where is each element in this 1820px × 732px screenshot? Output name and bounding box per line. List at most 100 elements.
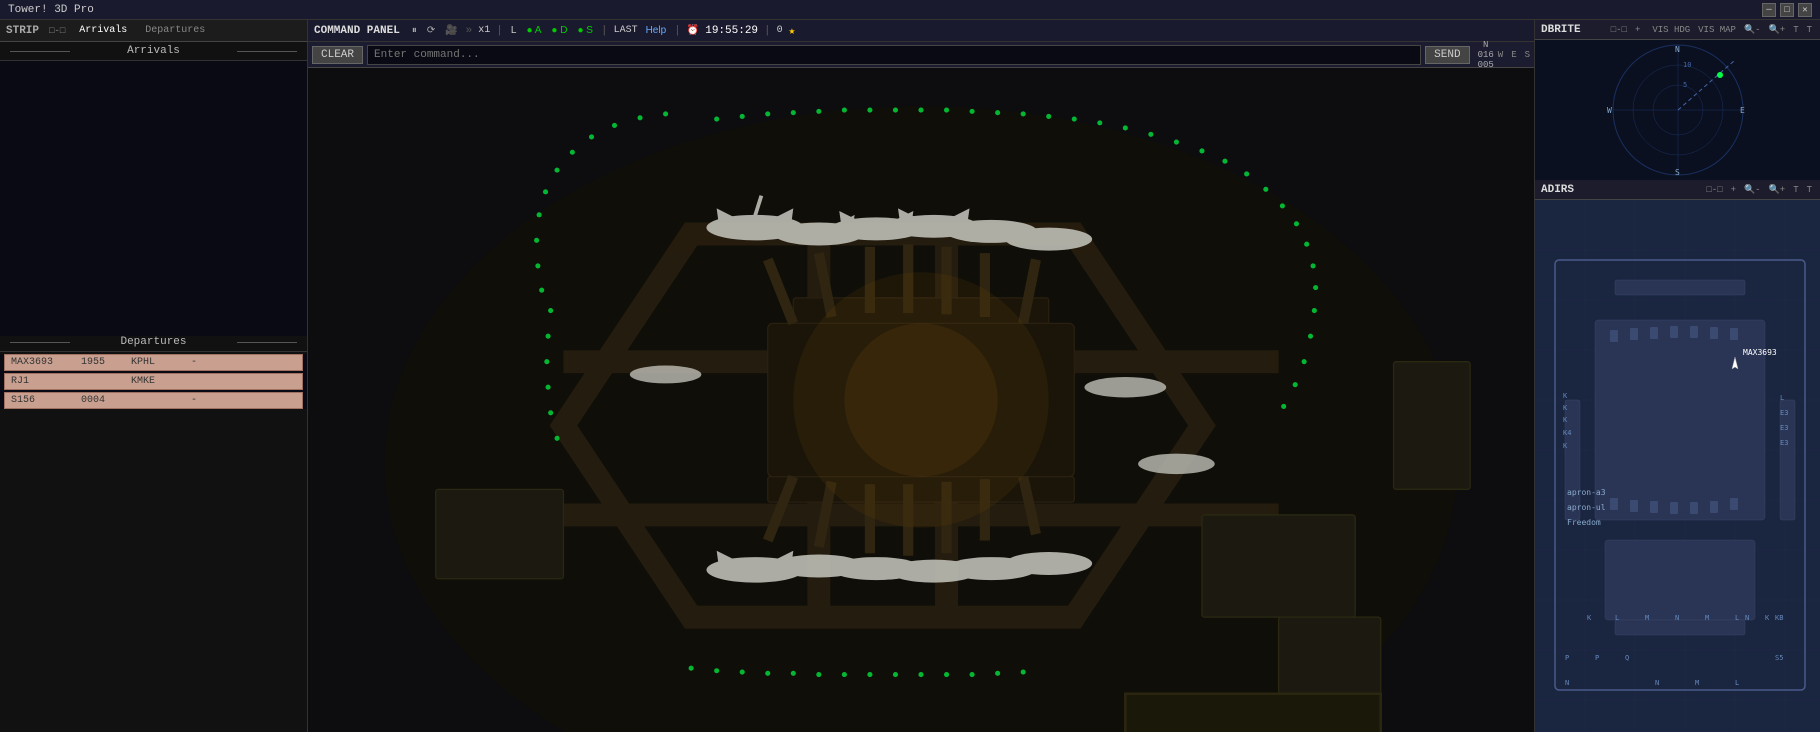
dep-misc <box>191 376 231 387</box>
svg-text:Q: Q <box>1625 654 1629 662</box>
svg-text:N: N <box>1745 614 1749 622</box>
wind-indicator: N 016 005 <box>1478 40 1494 70</box>
dep-time: 0004 <box>81 395 131 406</box>
dbrite-ctrl-plus[interactable]: + <box>1633 25 1642 35</box>
app-title: Tower! 3D Pro <box>8 4 1762 16</box>
dbrite-t2[interactable]: T <box>1805 25 1814 35</box>
svg-text:M: M <box>1705 614 1709 622</box>
svg-text:apron-a3: apron-a3 <box>1567 488 1606 497</box>
svg-text:N: N <box>1655 679 1659 687</box>
dbrite-ctrl-layout[interactable]: □-□ <box>1609 25 1629 35</box>
dep-time: 1955 <box>81 357 131 368</box>
adirs-zoom-out[interactable]: 🔍- <box>1742 185 1763 195</box>
window-controls: ─ □ ✕ <box>1762 3 1812 17</box>
toolbar-sep-1: » <box>466 25 473 37</box>
dbrite-vis-map[interactable]: VIS MAP <box>1696 25 1738 35</box>
svg-text:10: 10 <box>1683 61 1691 69</box>
dbrite-t1[interactable]: T <box>1791 25 1800 35</box>
command-bar: CLEAR SEND N 016 005 W E S <box>308 42 1534 68</box>
center-view: COMMAND PANEL ⏸ ⟳ 🎥 » x1 | L ● A ● D ● S… <box>308 20 1534 732</box>
dbrite-zoom-in[interactable]: 🔍+ <box>1767 25 1788 35</box>
airport-background <box>308 68 1534 732</box>
svg-text:N: N <box>1565 679 1569 687</box>
score-display: 0 <box>777 25 783 36</box>
command-input[interactable] <box>367 45 1421 65</box>
tab-arrivals[interactable]: Arrivals <box>75 23 131 38</box>
svg-text:L: L <box>1735 614 1739 622</box>
departures-label: Departures <box>0 333 307 352</box>
speed-indicator: x1 <box>478 25 490 36</box>
send-button[interactable]: SEND <box>1425 46 1469 64</box>
adirs-panel: ADIRS □-□ + 🔍- 🔍+ T T <box>1535 180 1820 732</box>
a-button[interactable]: ● A <box>524 25 543 36</box>
dep-time <box>81 376 131 387</box>
d-button[interactable]: ● D <box>549 25 569 36</box>
svg-text:W: W <box>1607 106 1612 115</box>
close-button[interactable]: ✕ <box>1798 3 1812 17</box>
svg-text:M: M <box>1645 614 1649 622</box>
arrivals-section: Arrivals <box>0 42 307 352</box>
dep-misc: - <box>191 357 231 368</box>
arrivals-label: Arrivals <box>0 42 307 61</box>
svg-text:P: P <box>1595 654 1599 662</box>
strip-title: STRIP <box>6 25 39 37</box>
svg-text:E3: E3 <box>1780 409 1788 417</box>
departure-row[interactable]: MAX3693 1955 KPHL - <box>4 354 303 371</box>
help-button[interactable]: Help <box>644 25 669 36</box>
departures-section: Departures MAX3693 1955 KPHL - RJ1 KMKE … <box>0 333 307 732</box>
svg-text:S: S <box>1675 168 1680 177</box>
svg-text:Freedom: Freedom <box>1567 518 1601 527</box>
adirs-t2[interactable]: T <box>1805 185 1814 195</box>
departures-content: MAX3693 1955 KPHL - RJ1 KMKE S156 0004 - <box>0 354 307 409</box>
dbrite-zoom-out[interactable]: 🔍- <box>1742 25 1763 35</box>
dep-dest <box>131 395 191 406</box>
svg-text:E3: E3 <box>1780 439 1788 447</box>
adirs-ctrl-plus[interactable]: + <box>1729 185 1738 195</box>
dep-misc: - <box>191 395 231 406</box>
strip-icon-1: □-□ <box>49 26 65 36</box>
adirs-title: ADIRS <box>1541 184 1574 196</box>
toolbar-sep-4: | <box>674 25 681 37</box>
dbrite-panel: DBRITE □-□ + VIS HDG VIS MAP 🔍- 🔍+ T T <box>1535 20 1820 180</box>
wind-south: S <box>1525 50 1530 60</box>
pause-button[interactable]: ⏸ <box>410 25 419 36</box>
arrivals-content <box>0 61 307 336</box>
clock-display: 19:55:29 <box>705 25 758 37</box>
s-button[interactable]: ● S <box>575 25 595 36</box>
adirs-svg: K K K K4 K K L M N M L K apron-a3 apron-… <box>1535 200 1820 732</box>
svg-text:N: N <box>1675 45 1680 54</box>
toolbar-sep-5: | <box>764 25 771 37</box>
wind-west: W <box>1498 50 1503 60</box>
adirs-t1[interactable]: T <box>1791 185 1800 195</box>
clock-icon: ⏰ <box>687 25 699 37</box>
svg-text:N: N <box>1675 614 1679 622</box>
toolbar: COMMAND PANEL ⏸ ⟳ 🎥 » x1 | L ● A ● D ● S… <box>308 20 1534 42</box>
wind-north: N <box>1483 40 1488 50</box>
command-panel-title: COMMAND PANEL <box>314 25 400 37</box>
adirs-ctrl-layout[interactable]: □-□ <box>1704 185 1724 195</box>
airport-view[interactable] <box>308 68 1534 732</box>
svg-text:L: L <box>1615 614 1619 622</box>
departure-row[interactable]: RJ1 KMKE <box>4 373 303 390</box>
maximize-button[interactable]: □ <box>1780 3 1794 17</box>
airport-svg <box>308 68 1534 732</box>
svg-text:apron-ul: apron-ul <box>1567 503 1606 512</box>
svg-text:KB: KB <box>1775 614 1783 622</box>
radar-svg: N S W E 10 5 <box>1535 40 1820 180</box>
dbrite-title: DBRITE <box>1541 24 1581 36</box>
departure-row[interactable]: S156 0004 - <box>4 392 303 409</box>
dbrite-vis-hdg[interactable]: VIS HDG <box>1650 25 1692 35</box>
toolbar-sep-2: | <box>496 25 503 37</box>
clear-button[interactable]: CLEAR <box>312 46 363 64</box>
dep-dest: KMKE <box>131 376 191 387</box>
l-button[interactable]: L <box>509 25 519 36</box>
minimize-button[interactable]: ─ <box>1762 3 1776 17</box>
adirs-zoom-in[interactable]: 🔍+ <box>1767 185 1788 195</box>
toolbar-sep-3: | <box>601 25 608 37</box>
adirs-content: K K K K4 K K L M N M L K apron-a3 apron-… <box>1535 200 1820 732</box>
strip-panel: STRIP □-□ Arrivals Departures Arrivals D… <box>0 20 308 732</box>
refresh-button[interactable]: ⟳ <box>425 25 437 36</box>
camera-button[interactable]: 🎥 <box>443 25 459 36</box>
title-bar: Tower! 3D Pro ─ □ ✕ <box>0 0 1820 20</box>
tab-departures[interactable]: Departures <box>141 23 209 38</box>
